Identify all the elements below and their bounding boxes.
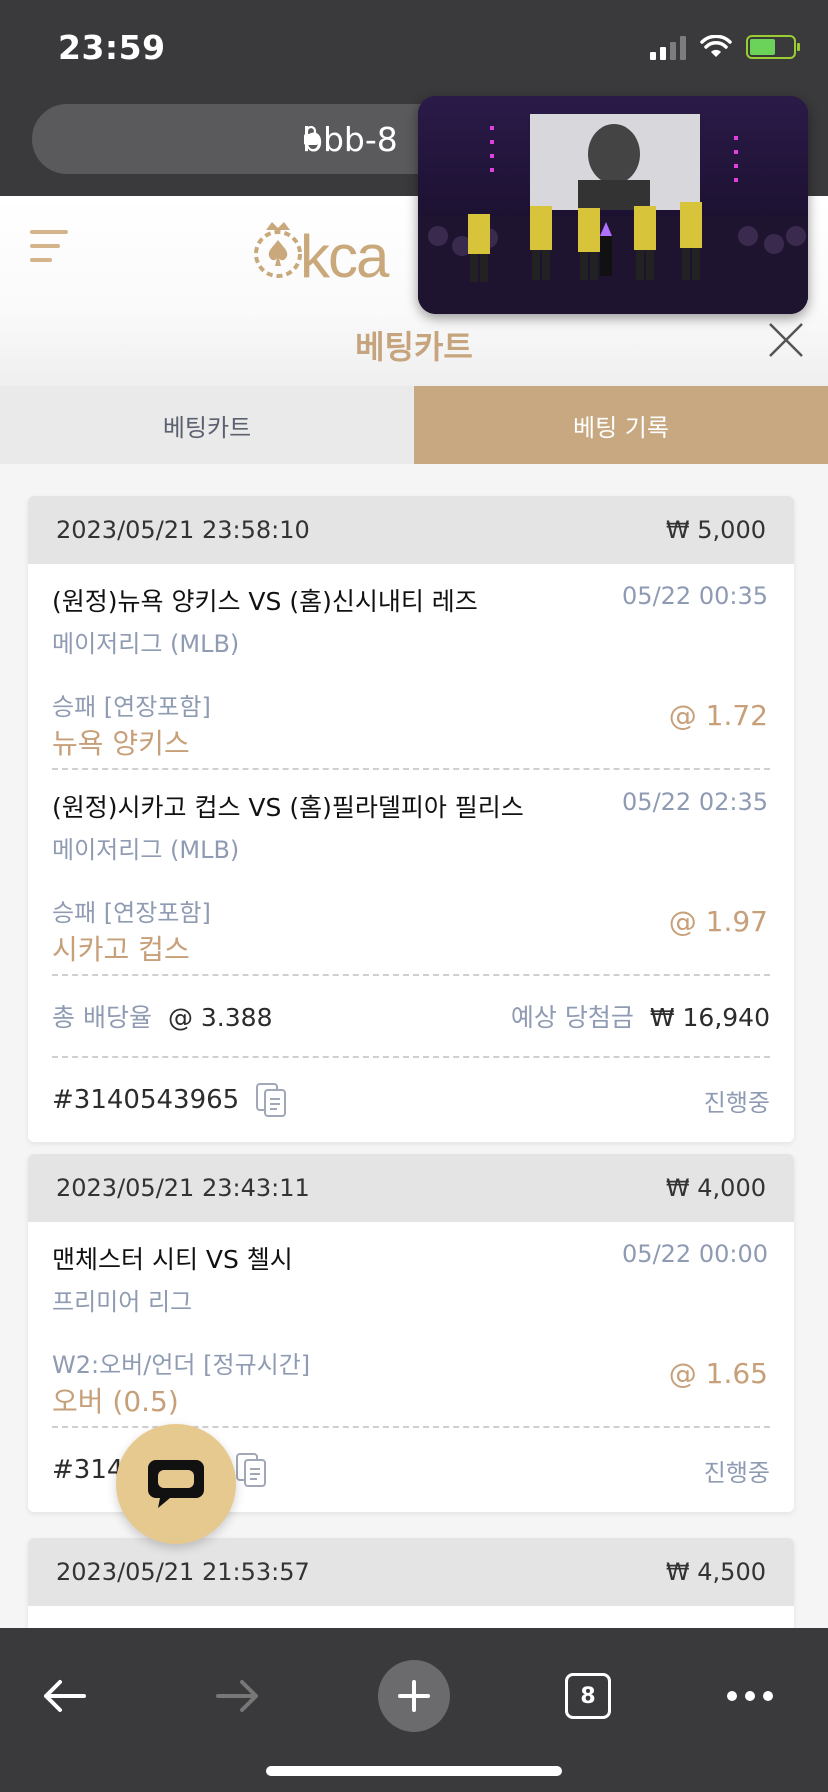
bet-id: #314 — [52, 1455, 124, 1485]
video-frame-image — [418, 96, 808, 314]
match-time: 05/22 00:00 — [622, 1240, 768, 1268]
match-pick: 오버 (0.5) — [52, 1385, 179, 1418]
match-market: 승패 [연장포함] — [52, 899, 211, 927]
copy-icon[interactable] — [255, 1082, 287, 1118]
arrow-right-icon — [216, 1680, 258, 1712]
browser-toolbar: 8 — [0, 1628, 828, 1792]
match-item: 맨체스터 시티 VS 첼시 프리미어 리그 05/22 00:00 W2:오버/… — [52, 1222, 770, 1426]
total-odds-label: 총 배당율 — [52, 1003, 152, 1032]
more-button[interactable] — [714, 1660, 786, 1732]
bet-datetime: 2023/05/21 21:53:57 — [56, 1558, 310, 1586]
tab-betting-history[interactable]: 베팅 기록 — [414, 386, 828, 464]
bet-stake: ₩ 5,000 — [665, 516, 766, 544]
bet-status: 진행중 — [703, 1458, 770, 1487]
home-indicator[interactable] — [266, 1766, 562, 1776]
copy-icon[interactable] — [235, 1452, 267, 1488]
bet-card: 2023/05/21 23:58:10 ₩ 5,000 (원정)뉴욕 양키스 V… — [28, 496, 794, 1142]
arrow-left-icon — [44, 1680, 86, 1712]
tabs-button[interactable]: 8 — [552, 1660, 624, 1732]
match-item: (원정)시카고 컵스 VS (홈)필라델피아 필리스 메이저리그 (MLB) 0… — [52, 770, 770, 974]
match-item: (원정)뉴욕 양키스 VS (홈)신시내티 레즈 메이저리그 (MLB) 05/… — [52, 564, 770, 768]
bet-stake: ₩ 4,500 — [665, 1558, 766, 1586]
page-title: 베팅카트 — [355, 328, 473, 366]
match-time: 05/22 00:35 — [622, 582, 768, 610]
status-icons — [650, 34, 800, 60]
bet-card-header: 2023/05/21 23:43:11 ₩ 4,000 — [28, 1154, 794, 1222]
bet-datetime: 2023/05/21 23:58:10 — [56, 516, 310, 544]
total-odds-value: @ 3.388 — [167, 1003, 273, 1032]
bet-footer: #3140543965 진행중 — [52, 1058, 770, 1142]
tab-betting-cart[interactable]: 베팅카트 — [0, 386, 414, 464]
bet-card-header: 2023/05/21 21:53:57 ₩ 4,500 — [28, 1538, 794, 1606]
close-icon[interactable] — [766, 320, 806, 360]
hamburger-menu-icon[interactable] — [28, 224, 72, 268]
tab-count-icon: 8 — [565, 1673, 611, 1719]
expected-win-label: 예상 당첨금 — [510, 1003, 634, 1032]
match-league: 프리미어 리그 — [52, 1288, 193, 1316]
bet-totals: 총 배당율 @ 3.388 예상 당첨금 ₩ 16,940 — [52, 976, 770, 1056]
bet-status: 진행중 — [703, 1088, 770, 1117]
match-time: 05/22 02:35 — [622, 788, 768, 816]
match-league: 메이저리그 (MLB) — [52, 630, 240, 658]
match-market: 승패 [연장포함] — [52, 693, 211, 721]
tab-count: 8 — [580, 1683, 596, 1709]
status-time: 23:59 — [58, 28, 166, 67]
status-bar: 23:59 — [0, 0, 828, 96]
expected-win-value: ₩ 16,940 — [649, 1003, 770, 1032]
bet-tabs: 베팅카트 베팅 기록 — [0, 386, 828, 464]
logo-spade-icon — [254, 222, 302, 278]
back-button[interactable] — [28, 1660, 100, 1732]
site-logo[interactable]: kca — [300, 222, 389, 291]
battery-icon — [746, 35, 800, 59]
match-pick: 뉴욕 양키스 — [52, 727, 190, 760]
bet-card: 2023/05/21 21:53:57 ₩ 4,500 — [28, 1538, 794, 1628]
lock-icon — [304, 126, 318, 145]
match-market: W2:오버/언더 [정규시간] — [52, 1351, 311, 1379]
wifi-icon — [700, 35, 732, 57]
new-tab-button[interactable] — [378, 1660, 450, 1732]
plus-icon — [398, 1680, 430, 1712]
match-pick: 시카고 컵스 — [52, 933, 190, 966]
match-league: 메이저리그 (MLB) — [52, 836, 240, 864]
chat-bubble-icon — [148, 1460, 204, 1508]
match-odds: @ 1.97 — [668, 905, 768, 938]
bet-card-header: 2023/05/21 23:58:10 ₩ 5,000 — [28, 496, 794, 564]
bet-datetime: 2023/05/21 23:43:11 — [56, 1174, 310, 1202]
bet-id: #3140543965 — [52, 1085, 240, 1115]
more-dots-icon — [727, 1691, 773, 1701]
cellular-signal-icon — [650, 34, 686, 60]
match-odds: @ 1.65 — [668, 1357, 768, 1390]
picture-in-picture-video[interactable] — [418, 96, 808, 314]
bet-stake: ₩ 4,000 — [665, 1174, 766, 1202]
forward-button[interactable] — [202, 1660, 274, 1732]
live-chat-button[interactable] — [116, 1424, 236, 1544]
match-odds: @ 1.72 — [668, 699, 768, 732]
